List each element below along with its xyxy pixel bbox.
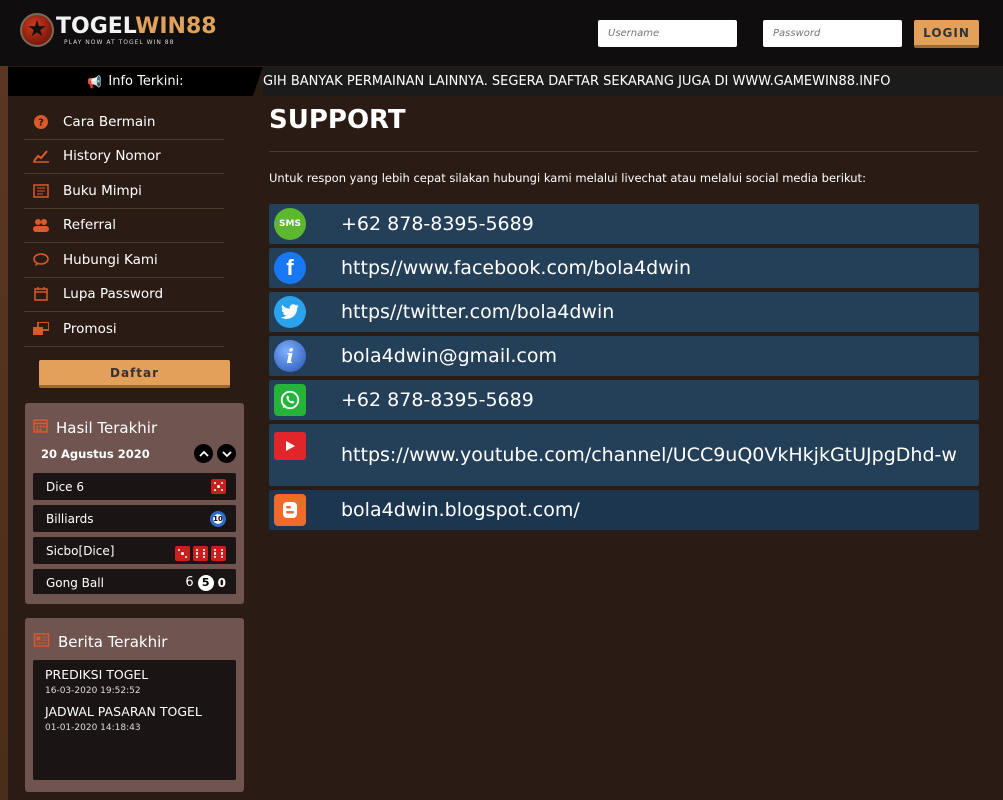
contact-facebook[interactable]: f https//www.facebook.com/bola4dwin bbox=[269, 248, 979, 288]
chevron-up-icon[interactable] bbox=[194, 444, 213, 463]
logo-wordmark: TOGELWIN88 bbox=[56, 13, 217, 39]
sidebar-item-referral[interactable]: Referral bbox=[24, 209, 224, 243]
header: ★ TOGELWIN88 PLAY NOW AT TOGEL WIN 88 LO… bbox=[0, 0, 1003, 66]
dice-icon bbox=[175, 545, 190, 561]
support-intro-text: Untuk respon yang lebih cepat silakan hu… bbox=[269, 171, 866, 185]
left-edge-decoration bbox=[0, 66, 8, 800]
gong-ball-result: 6 5 0 bbox=[185, 574, 226, 591]
svg-text:?: ? bbox=[38, 117, 44, 128]
info-label: 📢 Info Terkini: bbox=[8, 67, 263, 96]
news-item-title[interactable]: PREDIKSI TOGEL bbox=[45, 667, 224, 682]
contact-whatsapp[interactable]: +62 878-8395-5689 bbox=[269, 380, 979, 420]
logo-tagline: PLAY NOW AT TOGEL WIN 88 bbox=[64, 38, 175, 46]
result-row-gong-ball[interactable]: Gong Ball 6 5 0 bbox=[33, 569, 236, 594]
sidebar-item-promosi[interactable]: Promosi bbox=[24, 312, 224, 347]
calendar-icon bbox=[33, 418, 48, 437]
youtube-icon bbox=[274, 432, 306, 460]
sidebar-item-buku-mimpi[interactable]: Buku Mimpi bbox=[24, 174, 224, 209]
blogger-icon bbox=[274, 494, 306, 526]
twitter-icon bbox=[274, 296, 306, 328]
result-row-dice6[interactable]: Dice 6 bbox=[33, 473, 236, 500]
sms-icon: SMS bbox=[274, 208, 306, 240]
facebook-icon: f bbox=[274, 252, 306, 284]
news-item-title[interactable]: JADWAL PASARAN TOGEL bbox=[45, 704, 224, 719]
dice-icon bbox=[211, 545, 226, 561]
chat-icon bbox=[33, 252, 49, 268]
chevron-down-icon[interactable] bbox=[217, 444, 236, 463]
daftar-button[interactable]: Daftar bbox=[39, 360, 230, 388]
page-title: SUPPORT bbox=[269, 105, 406, 135]
result-date: 20 Agustus 2020 bbox=[41, 447, 150, 461]
book-icon bbox=[33, 183, 49, 199]
question-icon: ? bbox=[33, 114, 49, 130]
result-list: Dice 6 Billiards 10 Sicbo[Dice] Gong Bal… bbox=[33, 473, 236, 594]
news-item-date: 01-01-2020 14:18:43 bbox=[45, 723, 141, 733]
sidebar-item-cara-bermain[interactable]: ? Cara Bermain bbox=[24, 105, 224, 140]
sidebar-menu: ? Cara Bermain History Nomor Buku Mimpi … bbox=[24, 105, 224, 347]
result-row-sicbo[interactable]: Sicbo[Dice] bbox=[33, 537, 236, 564]
news-list: PREDIKSI TOGEL 16-03-2020 19:52:52 JADWA… bbox=[33, 660, 236, 780]
chart-line-icon bbox=[33, 148, 49, 164]
berita-terakhir-panel: Berita Terakhir PREDIKSI TOGEL 16-03-202… bbox=[25, 618, 244, 792]
contact-youtube[interactable]: https://www.youtube.com/channel/UCC9uQ0V… bbox=[269, 424, 979, 486]
hasil-terakhir-panel: Hasil Terakhir 20 Agustus 2020 Dice 6 Bi… bbox=[25, 403, 244, 604]
users-icon bbox=[33, 217, 49, 233]
login-button[interactable]: LOGIN bbox=[914, 20, 979, 48]
info-marquee: GIH BANYAK PERMAINAN LAINNYA. SEGERA DAF… bbox=[263, 67, 1003, 96]
billiard-ball-icon: 10 bbox=[210, 510, 226, 527]
news-item-date: 16-03-2020 19:52:52 bbox=[45, 686, 141, 696]
username-input[interactable] bbox=[598, 20, 737, 47]
berita-title: Berita Terakhir bbox=[58, 633, 168, 651]
megaphone-icon: 📢 bbox=[87, 74, 103, 89]
sidebar-item-lupa-password[interactable]: Lupa Password bbox=[24, 278, 224, 312]
result-row-billiards[interactable]: Billiards 10 bbox=[33, 505, 236, 532]
contact-twitter[interactable]: https//twitter.com/bola4dwin bbox=[269, 292, 979, 332]
password-input[interactable] bbox=[763, 20, 902, 47]
newspaper-icon bbox=[33, 633, 50, 651]
dice-icon bbox=[211, 479, 226, 494]
info-icon: i bbox=[274, 340, 306, 372]
whatsapp-icon bbox=[274, 384, 306, 416]
calendar-icon bbox=[33, 286, 49, 302]
star-logo-icon: ★ bbox=[20, 13, 54, 47]
sidebar-item-history-nomor[interactable]: History Nomor bbox=[24, 140, 224, 174]
contact-sms[interactable]: SMS +62 878-8395-5689 bbox=[269, 204, 979, 244]
dice-icon bbox=[193, 545, 208, 561]
hasil-title: Hasil Terakhir bbox=[56, 418, 158, 437]
contact-email[interactable]: i bola4dwin@gmail.com bbox=[269, 336, 979, 376]
title-divider bbox=[269, 151, 978, 152]
sidebar-item-hubungi-kami[interactable]: Hubungi Kami bbox=[24, 243, 224, 278]
site-logo[interactable]: ★ TOGELWIN88 PLAY NOW AT TOGEL WIN 88 bbox=[20, 10, 217, 50]
contact-blogger[interactable]: bola4dwin.blogspot.com/ bbox=[269, 490, 979, 530]
windows-icon bbox=[33, 321, 49, 337]
